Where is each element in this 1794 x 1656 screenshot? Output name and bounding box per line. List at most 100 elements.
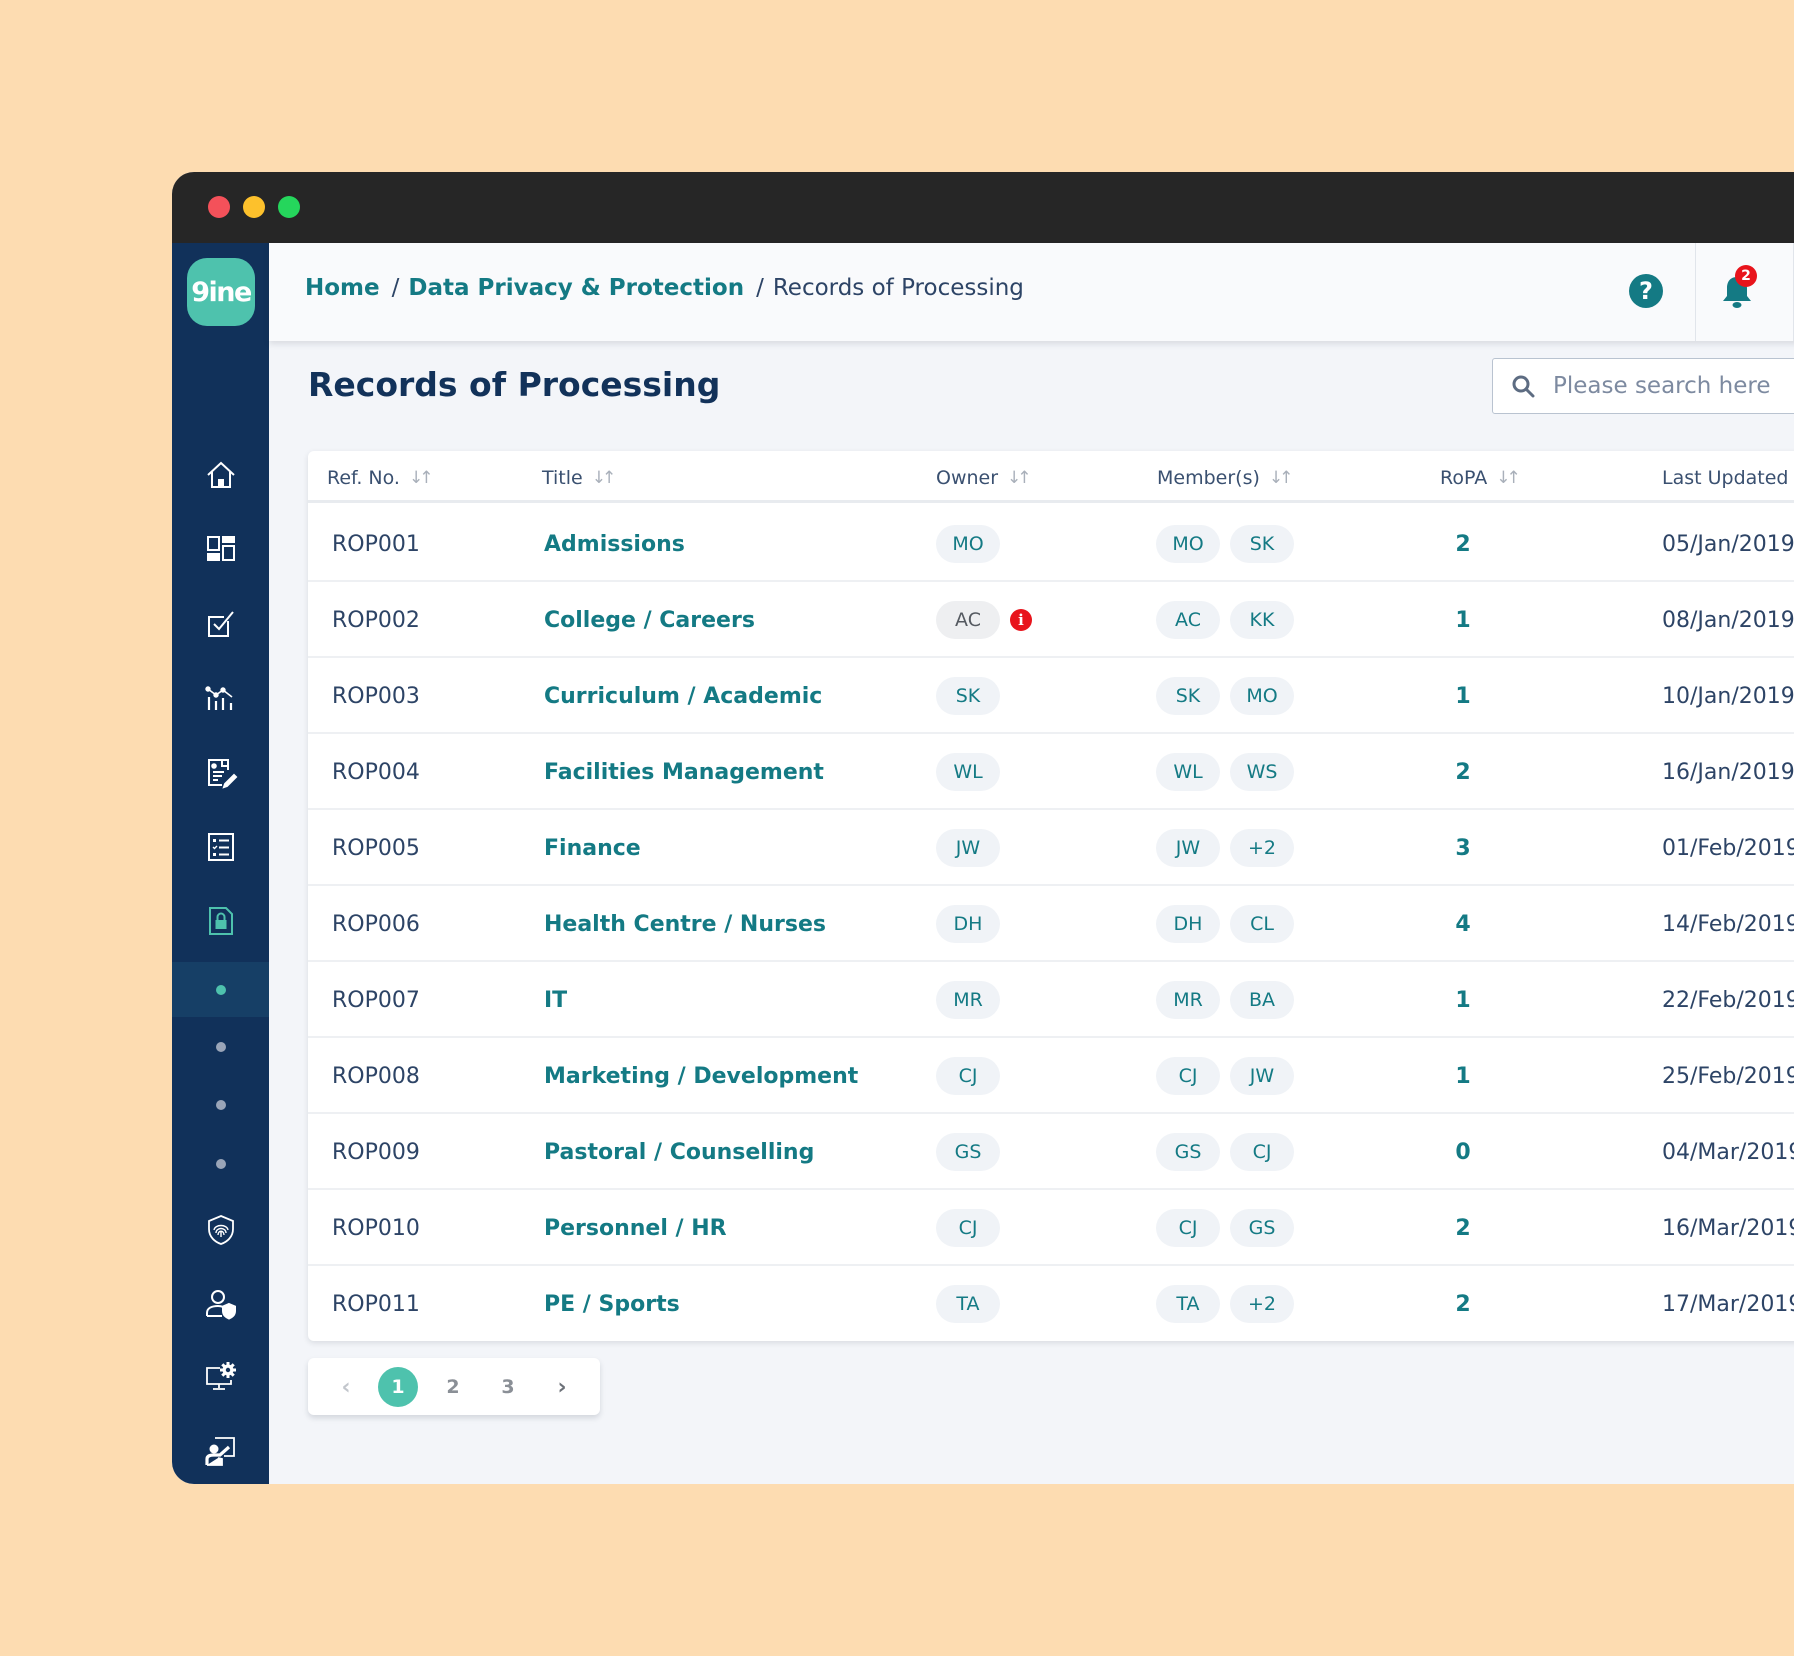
search-input[interactable] — [1553, 373, 1794, 399]
help-icon[interactable]: ? — [1629, 274, 1663, 308]
ropa-count[interactable]: 4 — [1448, 886, 1478, 962]
member-avatar-chip[interactable]: WL — [1156, 753, 1220, 791]
owner-avatar-chip[interactable]: MO — [936, 525, 1000, 563]
ropa-count[interactable]: 1 — [1448, 582, 1478, 658]
sidebar-subitem-2[interactable] — [172, 1019, 269, 1074]
ropa-count[interactable]: 1 — [1448, 658, 1478, 734]
column-header-ref[interactable]: Ref. No. ↓↑ — [327, 467, 433, 489]
page-2-button[interactable]: 2 — [433, 1367, 473, 1407]
column-header-ropa[interactable]: RoPA ↓↑ — [1440, 467, 1521, 489]
record-title-link[interactable]: College / Careers — [544, 582, 755, 658]
member-avatar-chip[interactable]: +2 — [1230, 1285, 1294, 1323]
member-avatar-chip[interactable]: SK — [1156, 677, 1220, 715]
breadcrumb-data-privacy[interactable]: Data Privacy & Protection — [408, 275, 744, 301]
owner-avatar-chip[interactable]: TA — [936, 1285, 1000, 1323]
sidebar-item-system-settings[interactable] — [172, 1347, 269, 1407]
member-avatar-chip[interactable]: WS — [1230, 753, 1294, 791]
ropa-count[interactable]: 2 — [1448, 1190, 1478, 1266]
table-row[interactable]: ROP007 IT MR MR BA 1 22/Feb/2019 — [308, 962, 1794, 1038]
sidebar-item-data-privacy[interactable] — [172, 891, 269, 951]
ropa-count[interactable]: 1 — [1448, 962, 1478, 1038]
owner-avatar-chip[interactable]: JW — [936, 829, 1000, 867]
owner-avatar-chip[interactable]: WL — [936, 753, 1000, 791]
member-avatar-chip[interactable]: GS — [1156, 1133, 1220, 1171]
table-row[interactable]: ROP006 Health Centre / Nurses DH DH CL 4 14/Fe… — [308, 886, 1794, 962]
column-header-last-updated[interactable]: Last Updated — [1662, 467, 1789, 489]
member-avatar-chip[interactable]: CL — [1230, 905, 1294, 943]
table-row[interactable]: ROP011 PE / Sports TA TA +2 2 17/Mar/2019 — [308, 1266, 1794, 1342]
record-title-link[interactable]: Personnel / HR — [544, 1190, 727, 1266]
table-row[interactable]: ROP004 Facilities Management WL WL WS 2 16/Jan… — [308, 734, 1794, 810]
search-box[interactable] — [1492, 358, 1794, 414]
page-1-button[interactable]: 1 — [378, 1367, 418, 1407]
ropa-count[interactable]: 2 — [1448, 506, 1478, 582]
owner-avatar-chip[interactable]: DH — [936, 905, 1000, 943]
record-title-link[interactable]: PE / Sports — [544, 1266, 680, 1342]
record-title-link[interactable]: IT — [544, 962, 567, 1038]
sidebar-item-training[interactable] — [172, 1421, 269, 1481]
column-header-members[interactable]: Member(s) ↓↑ — [1157, 467, 1293, 489]
sort-icon[interactable]: ↓↑ — [409, 468, 433, 488]
owner-avatar-chip[interactable]: GS — [936, 1133, 1000, 1171]
window-maximize-button[interactable] — [278, 196, 300, 218]
owner-avatar-chip[interactable]: CJ — [936, 1209, 1000, 1247]
record-title-link[interactable]: Admissions — [544, 506, 685, 582]
record-title-link[interactable]: Marketing / Development — [544, 1038, 858, 1114]
ropa-count[interactable]: 3 — [1448, 810, 1478, 886]
member-avatar-chip[interactable]: GS — [1230, 1209, 1294, 1247]
member-avatar-chip[interactable]: JW — [1230, 1057, 1294, 1095]
table-row[interactable]: ROP003 Curriculum / Academic SK SK MO 1 10/Jan… — [308, 658, 1794, 734]
member-avatar-chip[interactable]: CJ — [1230, 1133, 1294, 1171]
column-header-owner[interactable]: Owner ↓↑ — [936, 467, 1031, 489]
ropa-count[interactable]: 2 — [1448, 734, 1478, 810]
column-header-title[interactable]: Title ↓↑ — [542, 467, 616, 489]
record-title-link[interactable]: Health Centre / Nurses — [544, 886, 826, 962]
ropa-count[interactable]: 1 — [1448, 1038, 1478, 1114]
member-avatar-chip[interactable]: CJ — [1156, 1057, 1220, 1095]
table-row[interactable]: ROP001 Admissions MO MO SK 2 05/Jan/2019 — [308, 506, 1794, 582]
member-avatar-chip[interactable]: BA — [1230, 981, 1294, 1019]
owner-avatar-chip[interactable]: CJ — [936, 1057, 1000, 1095]
table-row[interactable]: ROP009 Pastoral / Counselling GS GS CJ 0 04/Ma… — [308, 1114, 1794, 1190]
prev-page-button[interactable]: ‹ — [326, 1367, 366, 1407]
member-avatar-chip[interactable]: CJ — [1156, 1209, 1220, 1247]
sidebar-subitem-4[interactable] — [172, 1136, 269, 1191]
member-avatar-chip[interactable]: MR — [1156, 981, 1220, 1019]
sidebar-item-user-protection[interactable] — [172, 1274, 269, 1334]
owner-avatar-chip[interactable]: MR — [936, 981, 1000, 1019]
record-title-link[interactable]: Pastoral / Counselling — [544, 1114, 814, 1190]
member-avatar-chip[interactable]: JW — [1156, 829, 1220, 867]
record-title-link[interactable]: Curriculum / Academic — [544, 658, 822, 734]
page-3-button[interactable]: 3 — [488, 1367, 528, 1407]
sidebar-subitem-1[interactable] — [172, 962, 269, 1017]
breadcrumb-home[interactable]: Home — [305, 275, 380, 301]
next-page-button[interactable]: › — [542, 1367, 582, 1407]
member-avatar-chip[interactable]: MO — [1230, 677, 1294, 715]
alert-info-icon[interactable]: i — [1010, 609, 1032, 631]
record-title-link[interactable]: Facilities Management — [544, 734, 824, 810]
sidebar-item-security[interactable] — [172, 1200, 269, 1260]
member-avatar-chip[interactable]: AC — [1156, 601, 1220, 639]
ropa-count[interactable]: 0 — [1448, 1114, 1478, 1190]
sidebar-item-analytics[interactable] — [172, 668, 269, 728]
member-avatar-chip[interactable]: TA — [1156, 1285, 1220, 1323]
app-logo[interactable]: 9ine — [187, 258, 255, 326]
window-minimize-button[interactable] — [243, 196, 265, 218]
owner-avatar-chip[interactable]: SK — [936, 677, 1000, 715]
sidebar-item-assessments[interactable] — [172, 742, 269, 802]
table-row[interactable]: ROP010 Personnel / HR CJ CJ GS 2 16/Mar/2019 — [308, 1190, 1794, 1266]
sidebar-item-home[interactable] — [172, 445, 269, 505]
sidebar-item-checklists[interactable] — [172, 817, 269, 877]
member-avatar-chip[interactable]: SK — [1230, 525, 1294, 563]
member-avatar-chip[interactable]: DH — [1156, 905, 1220, 943]
record-title-link[interactable]: Finance — [544, 810, 641, 886]
sidebar-item-dashboard[interactable] — [172, 519, 269, 579]
table-row[interactable]: ROP002 College / Careers AC i AC KK 1 08/Jan/20… — [308, 582, 1794, 658]
member-avatar-chip[interactable]: KK — [1230, 601, 1294, 639]
member-avatar-chip[interactable]: +2 — [1230, 829, 1294, 867]
sort-icon[interactable]: ↓↑ — [1269, 468, 1293, 488]
sidebar-item-tasks[interactable] — [172, 594, 269, 654]
table-row[interactable]: ROP008 Marketing / Development CJ CJ JW 1 25/F… — [308, 1038, 1794, 1114]
member-avatar-chip[interactable]: MO — [1156, 525, 1220, 563]
sort-icon[interactable]: ↓↑ — [592, 468, 616, 488]
